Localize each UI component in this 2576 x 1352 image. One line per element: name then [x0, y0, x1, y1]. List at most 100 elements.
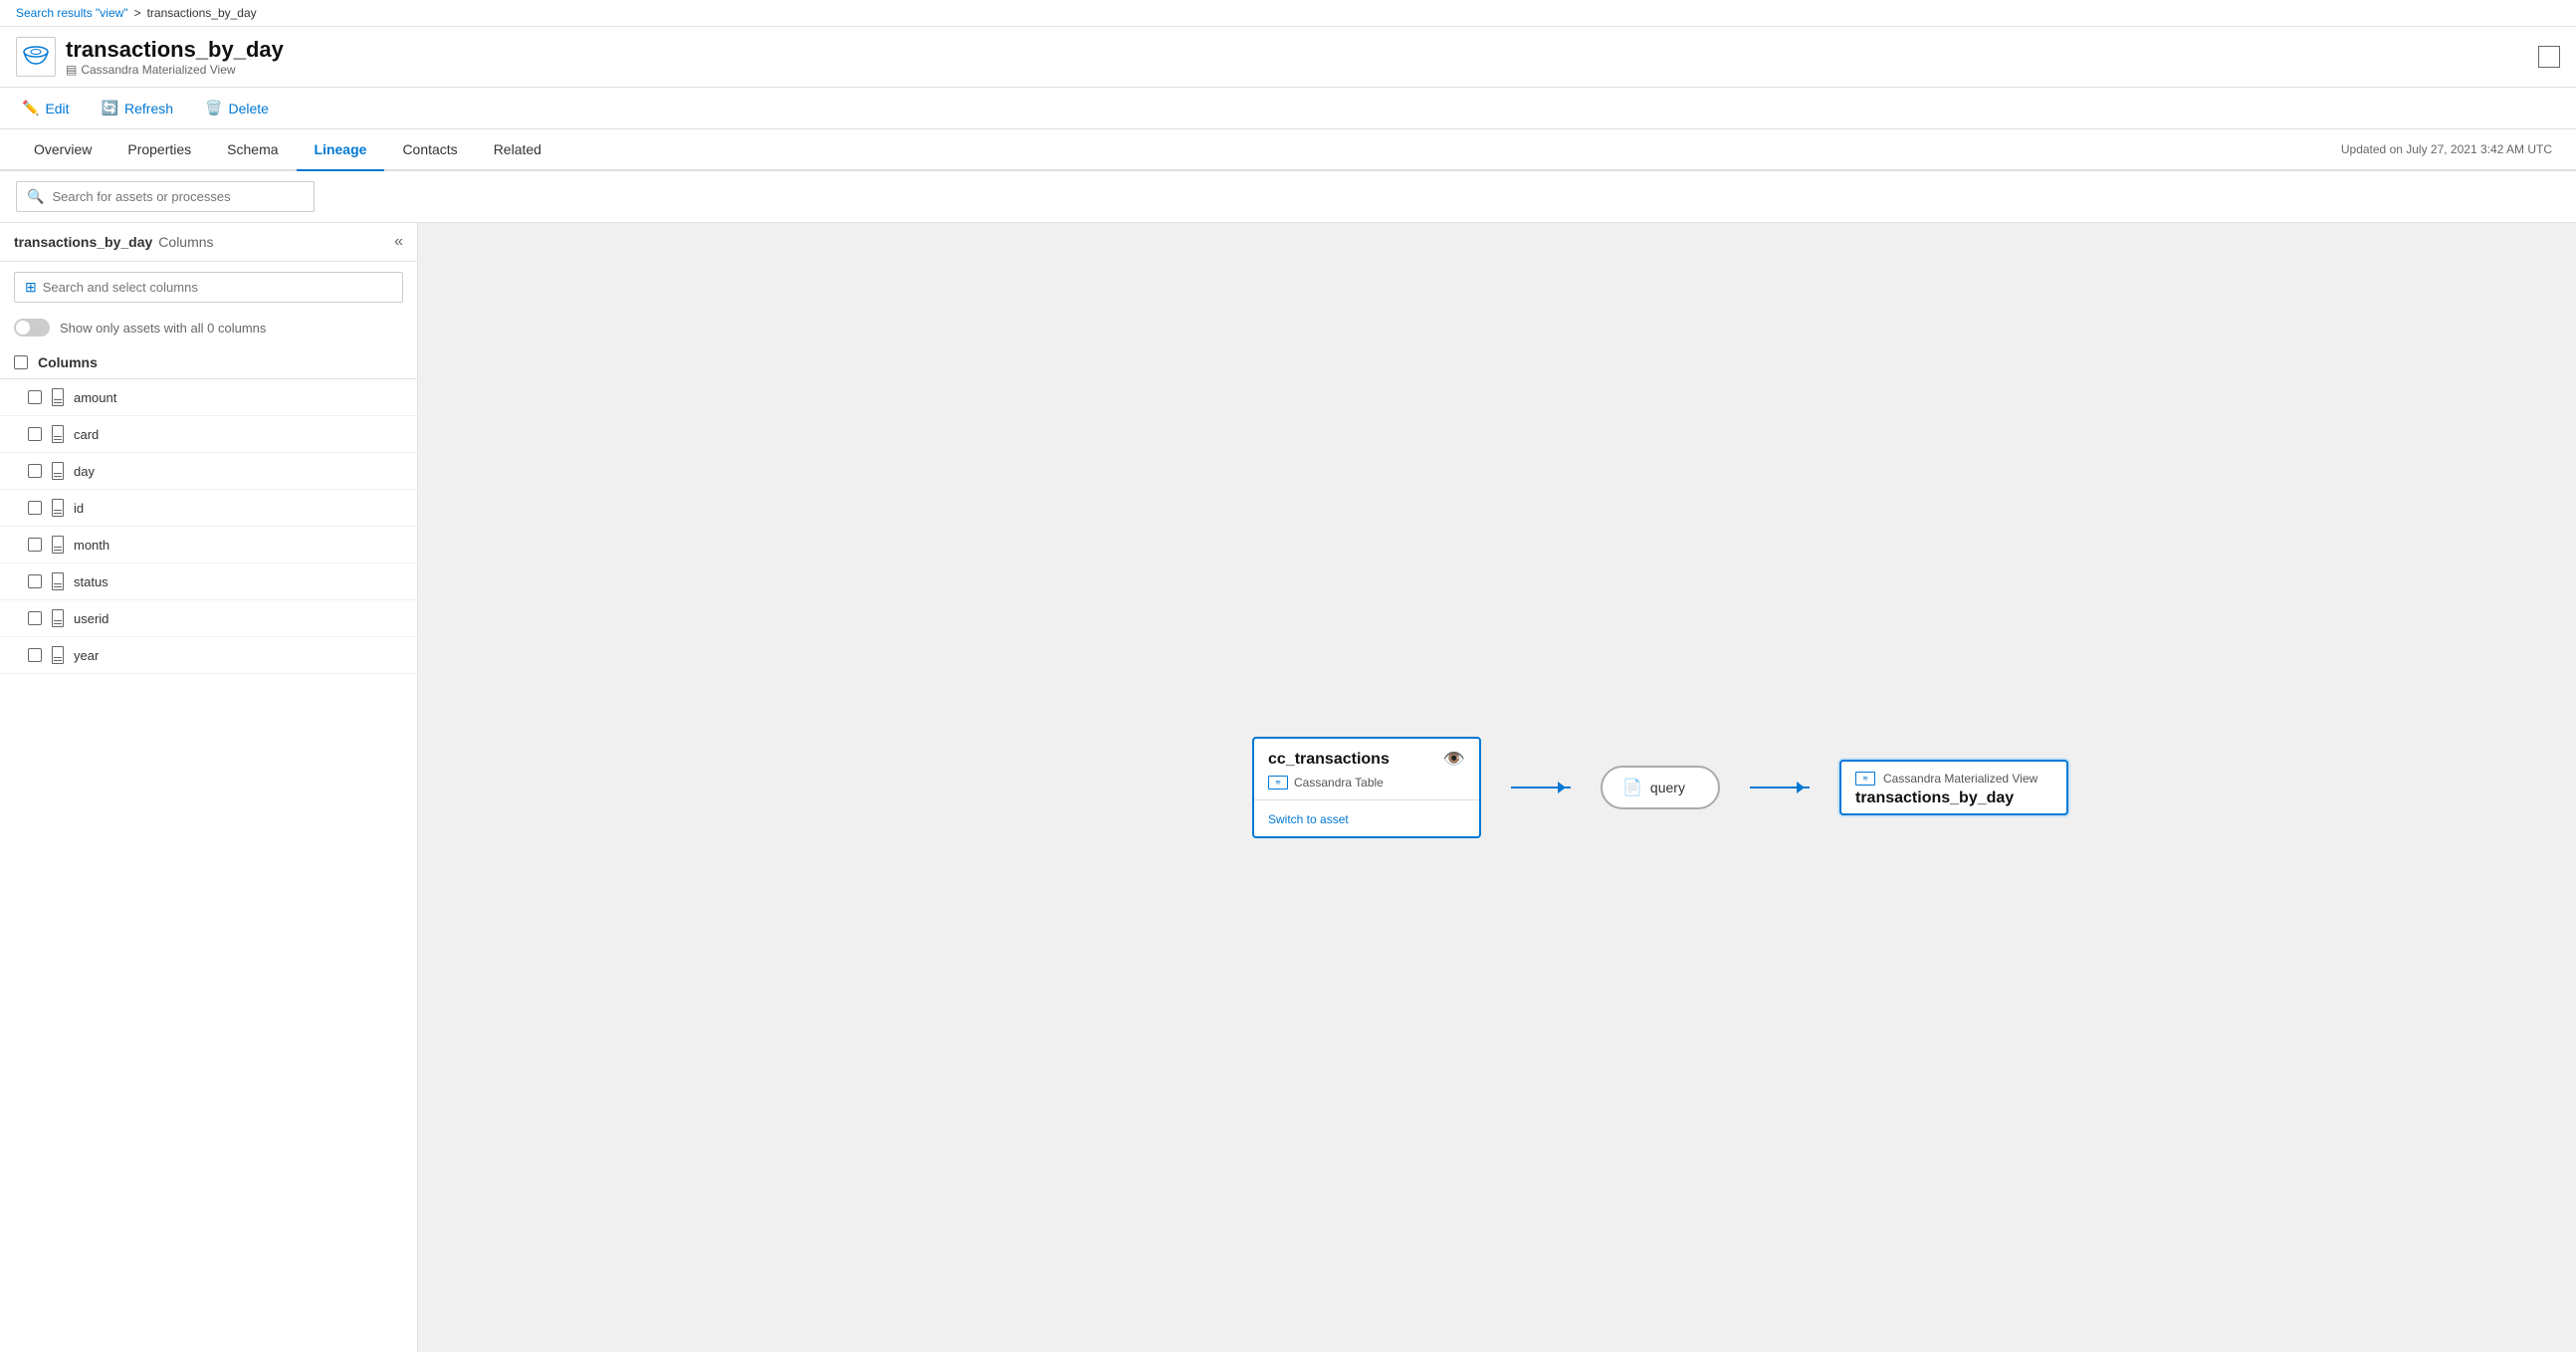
switch-to-asset-link[interactable]: Switch to asset	[1268, 812, 1349, 826]
tab-lineage[interactable]: Lineage	[297, 129, 385, 171]
columns-list-container: amount card day id month status userid year	[0, 379, 417, 674]
asset-info: transactions_by_day ▤ Cassandra Material…	[66, 37, 284, 77]
target-node-supertitle: Cassandra Materialized View	[1883, 772, 2038, 786]
content-area: 🔍 transactions_by_day Columns « ⊞ Show o…	[0, 171, 2576, 1352]
page-header: transactions_by_day ▤ Cassandra Material…	[0, 27, 2576, 88]
process-label: query	[1650, 780, 1685, 795]
table-icon: ▤	[66, 63, 77, 77]
column-type-icon	[52, 572, 64, 590]
panel-title-main: transactions_by_day	[14, 234, 152, 250]
column-name: amount	[74, 390, 116, 405]
list-item[interactable]: day	[0, 453, 417, 490]
column-type-icon	[52, 609, 64, 627]
breadcrumb-separator: >	[134, 6, 141, 20]
search-input[interactable]	[52, 189, 304, 204]
column-name: userid	[74, 611, 108, 626]
column-name: id	[74, 501, 84, 516]
search-icon: 🔍	[27, 188, 44, 205]
tab-related[interactable]: Related	[476, 129, 559, 171]
cassandra-small-logo: ≋	[1268, 776, 1288, 789]
asset-subtitle: ▤ Cassandra Materialized View	[66, 63, 284, 77]
column-search-wrapper[interactable]: ⊞	[14, 272, 403, 303]
column-type-icon	[52, 536, 64, 554]
list-item[interactable]: status	[0, 563, 417, 600]
collapse-panel-button[interactable]: «	[394, 233, 403, 251]
left-panel: transactions_by_day Columns « ⊞ Show onl…	[0, 223, 418, 1352]
lineage-canvas: cc_transactions 👁️ ≋ Cassandra Table Swi…	[418, 223, 2576, 1352]
columns-header-label: Columns	[38, 354, 98, 370]
source-node-type: Cassandra Table	[1294, 776, 1384, 789]
header-left: transactions_by_day ▤ Cassandra Material…	[16, 37, 284, 77]
source-node-header: cc_transactions 👁️	[1254, 739, 1479, 776]
column-type-icon	[52, 462, 64, 480]
column-name: card	[74, 427, 99, 442]
select-all-checkbox[interactable]	[14, 355, 28, 369]
panels-row: transactions_by_day Columns « ⊞ Show onl…	[0, 223, 2576, 1352]
maximize-button[interactable]	[2538, 46, 2560, 68]
search-bar-area: 🔍	[0, 171, 2576, 223]
refresh-label: Refresh	[124, 101, 173, 116]
list-item[interactable]: id	[0, 490, 417, 527]
column-checkbox[interactable]	[28, 390, 42, 404]
column-checkbox[interactable]	[28, 611, 42, 625]
target-node-header: ≋ Cassandra Materialized View transactio…	[1841, 762, 2066, 813]
column-type-icon	[52, 425, 64, 443]
column-checkbox[interactable]	[28, 464, 42, 478]
arrow-2	[1750, 787, 1810, 789]
tab-overview[interactable]: Overview	[16, 129, 109, 171]
asset-title: transactions_by_day	[66, 37, 284, 63]
filter-toggle[interactable]	[14, 319, 50, 337]
edit-button[interactable]: ✏️ Edit	[16, 96, 76, 120]
column-type-icon	[52, 388, 64, 406]
toggle-label: Show only assets with all 0 columns	[60, 321, 266, 336]
list-item[interactable]: amount	[0, 379, 417, 416]
logo-area: transactions_by_day ▤ Cassandra Material…	[16, 37, 284, 77]
list-item[interactable]: month	[0, 527, 417, 563]
breadcrumb-link[interactable]: Search results "view"	[16, 6, 128, 20]
filter-icon: ⊞	[25, 279, 37, 296]
source-node-footer: Switch to asset	[1254, 804, 1479, 836]
list-item[interactable]: userid	[0, 600, 417, 637]
breadcrumb-current: transactions_by_day	[147, 6, 257, 20]
list-item[interactable]: year	[0, 637, 417, 674]
node-divider	[1254, 799, 1479, 800]
column-checkbox[interactable]	[28, 574, 42, 588]
cassandra-logo	[16, 37, 56, 77]
delete-label: Delete	[228, 101, 268, 116]
target-node[interactable]: ≋ Cassandra Materialized View transactio…	[1839, 760, 2068, 815]
tab-schema[interactable]: Schema	[209, 129, 296, 171]
source-node-subtitle: ≋ Cassandra Table	[1254, 776, 1479, 795]
column-name: status	[74, 574, 108, 589]
tabs-list: OverviewPropertiesSchemaLineageContactsR…	[16, 129, 559, 169]
edit-icon: ✏️	[22, 100, 39, 116]
target-node-info: ≋ Cassandra Materialized View transactio…	[1855, 772, 2038, 807]
column-checkbox[interactable]	[28, 427, 42, 441]
asset-type: Cassandra Materialized View	[81, 63, 235, 77]
panel-title-sub: Columns	[158, 234, 213, 250]
column-checkbox[interactable]	[28, 501, 42, 515]
arrow-line-1	[1511, 787, 1571, 789]
view-icon[interactable]: 👁️	[1443, 749, 1465, 770]
column-name: year	[74, 648, 99, 663]
column-checkbox[interactable]	[28, 648, 42, 662]
column-name: day	[74, 464, 95, 479]
search-input-wrapper[interactable]: 🔍	[16, 181, 315, 212]
column-name: month	[74, 538, 109, 553]
refresh-icon: 🔄	[102, 100, 118, 116]
column-type-icon	[52, 646, 64, 664]
process-node[interactable]: 📄 query	[1601, 766, 1720, 809]
column-checkbox[interactable]	[28, 538, 42, 552]
arrow-1	[1511, 787, 1571, 789]
source-node-title: cc_transactions	[1268, 751, 1390, 769]
column-type-icon	[52, 499, 64, 517]
delete-button[interactable]: 🗑️ Delete	[199, 96, 275, 120]
column-list: Columns amount card day id month status userid…	[0, 346, 417, 1352]
column-search-input[interactable]	[43, 280, 392, 295]
list-item[interactable]: card	[0, 416, 417, 453]
arrow-line-2	[1750, 787, 1810, 789]
source-node[interactable]: cc_transactions 👁️ ≋ Cassandra Table Swi…	[1252, 737, 1481, 838]
tab-properties[interactable]: Properties	[109, 129, 209, 171]
refresh-button[interactable]: 🔄 Refresh	[96, 96, 179, 120]
edit-label: Edit	[45, 101, 69, 116]
tab-contacts[interactable]: Contacts	[384, 129, 475, 171]
